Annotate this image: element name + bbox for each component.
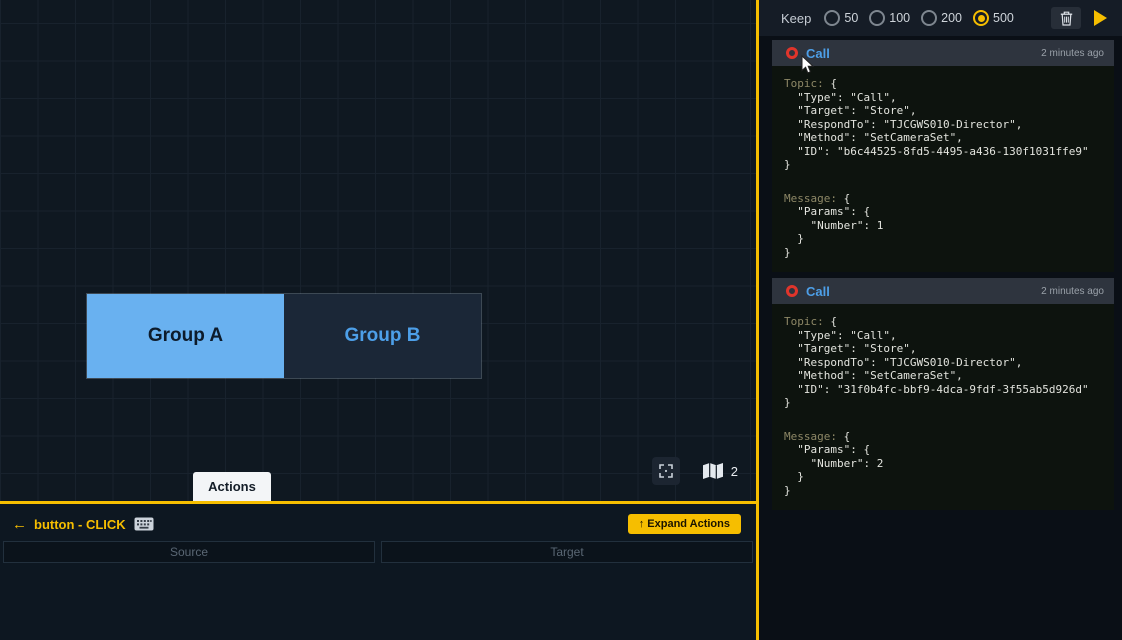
actions-panel: ← button - CLICK [0,504,756,640]
map-icon [702,462,724,480]
message-json: Message: { "Params": { "Number": 1 } } [784,192,1102,260]
group-button-row: Group A Group B [86,293,482,379]
message-json: Message: { "Params": { "Number": 2 } } [784,430,1102,498]
keep-label: Keep [781,11,811,26]
radio-icon [824,10,840,26]
map-count-badge: 2 [731,464,738,479]
keep-option-500[interactable]: 500 [973,10,1014,26]
source-input[interactable] [3,541,375,563]
message-inspector-panel: Keep 50 100 200 500 [759,0,1122,640]
play-icon [1094,10,1107,26]
topic-json: Topic: { "Type": "Call", "Target": "Stor… [784,315,1102,410]
message-card: Call 2 minutes ago Topic: { "Type": "Cal… [772,40,1114,272]
fullscreen-button[interactable] [652,457,680,485]
action-title: button - CLICK [34,517,126,532]
keyboard-icon [134,517,154,531]
keep-option-50[interactable]: 50 [824,10,858,26]
play-button[interactable] [1085,7,1115,29]
message-card-body: Topic: { "Type": "Call", "Target": "Stor… [772,66,1114,272]
call-status-icon [786,285,798,297]
actions-tab[interactable]: Actions [193,472,271,501]
source-target-row [0,534,756,563]
keep-option-200[interactable]: 200 [921,10,962,26]
canvas-tools: 2 [652,457,738,485]
radio-icon [869,10,885,26]
message-card: Call 2 minutes ago Topic: { "Type": "Cal… [772,278,1114,510]
keep-toolbar: Keep 50 100 200 500 [759,0,1122,36]
stage-canvas[interactable]: Group A Group B Actions 2 [0,0,756,504]
trash-icon [1060,11,1073,26]
message-card-header[interactable]: Call 2 minutes ago [772,40,1114,66]
keep-option-100[interactable]: 100 [869,10,910,26]
radio-icon [921,10,937,26]
clear-messages-button[interactable] [1051,7,1081,29]
back-arrow-icon[interactable]: ← [12,516,27,533]
message-card-body: Topic: { "Type": "Call", "Target": "Stor… [772,304,1114,510]
message-timestamp: 2 minutes ago [1041,286,1104,297]
actions-panel-header: ← button - CLICK [0,504,756,534]
message-type-label: Call [806,46,830,61]
message-list: Call 2 minutes ago Topic: { "Type": "Cal… [759,36,1122,640]
app-window: Group A Group B Actions 2 [0,0,1122,640]
map-button[interactable]: 2 [702,462,738,480]
message-card-header[interactable]: Call 2 minutes ago [772,278,1114,304]
message-type-label: Call [806,284,830,299]
message-timestamp: 2 minutes ago [1041,48,1104,59]
target-input[interactable] [381,541,753,563]
radio-icon [973,10,989,26]
expand-actions-button[interactable]: ↑ Expand Actions [628,514,741,534]
topic-json: Topic: { "Type": "Call", "Target": "Stor… [784,77,1102,172]
fullscreen-icon [658,463,674,479]
group-a-button[interactable]: Group A [87,294,284,378]
call-status-icon [786,47,798,59]
group-b-button[interactable]: Group B [284,294,481,378]
left-column: Group A Group B Actions 2 [0,0,759,640]
